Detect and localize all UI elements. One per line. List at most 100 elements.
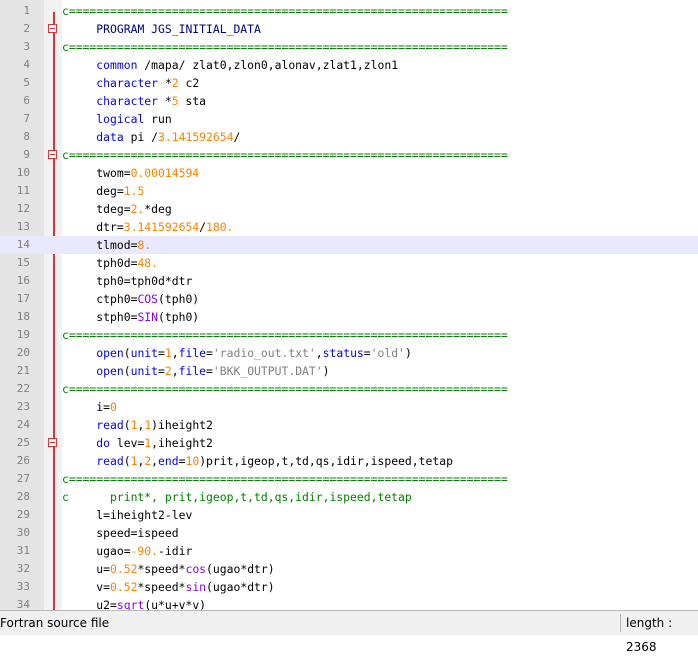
code-token: 0 <box>110 400 117 414</box>
line-number: 5 <box>23 76 30 89</box>
code-line[interactable]: 6 character *5 sta <box>0 92 698 110</box>
code-token: , <box>151 454 159 468</box>
code-token: * <box>158 76 172 90</box>
fold-toggle-icon[interactable] <box>48 438 57 447</box>
code-token: end <box>158 454 179 468</box>
code-text: PROGRAM JGS_INITIAL_DATA <box>62 20 261 38</box>
line-number: 27 <box>16 472 30 485</box>
code-line[interactable]: 29 l=iheight2-lev <box>0 506 698 524</box>
code-token: tph0=tph0d*dtr <box>62 274 193 288</box>
code-text: read(1,2,end=10)prit,igeop,t,td,qs,idir,… <box>62 452 453 470</box>
code-token: ugao= <box>62 544 131 558</box>
code-line[interactable]: 20 open(unit=1,file='radio_out.txt',stat… <box>0 344 698 362</box>
code-token: (tph0) <box>158 310 200 324</box>
code-line[interactable]: 17 ctph0=COS(tph0) <box>0 290 698 308</box>
code-token: data <box>96 130 124 144</box>
code-text: character *5 sta <box>62 92 206 110</box>
code-line[interactable]: 24 read(1,1)iheight2 <box>0 416 698 434</box>
code-text: u2=sqrt(u*u+v*v) <box>62 596 206 610</box>
code-editor[interactable]: 1 c======================================… <box>0 0 698 610</box>
code-line[interactable]: 10 twom=0.00014594 <box>0 164 698 182</box>
line-number: 26 <box>16 454 30 467</box>
code-token: 180. <box>206 220 234 234</box>
code-token: 1.5 <box>123 184 145 198</box>
code-text: c=======================================… <box>62 380 508 398</box>
code-token: v= <box>62 580 111 594</box>
code-token: character <box>96 76 159 90</box>
code-line[interactable]: 27 c=====================================… <box>0 470 698 488</box>
code-line[interactable]: 19 c=====================================… <box>0 326 698 344</box>
code-text: u=0.52*speed*cos(ugao*dtr) <box>62 560 274 578</box>
code-text: data pi /3.141592654/ <box>62 128 240 146</box>
code-line[interactable]: 34 u2=sqrt(u*u+v*v) <box>0 596 698 610</box>
code-line[interactable]: 26 read(1,2,end=10)prit,igeop,t,td,qs,id… <box>0 452 698 470</box>
code-text: ctph0=COS(tph0) <box>62 290 199 308</box>
code-token: /mapa/ zlat0,zlon0,alonav,zlat1,zlon1 <box>137 58 399 72</box>
code-line[interactable]: 14 tlmod=8. <box>0 236 698 254</box>
line-number: 23 <box>16 400 30 413</box>
code-line[interactable]: 1 c======================================… <box>0 2 698 20</box>
code-text: c=======================================… <box>62 326 508 344</box>
code-line[interactable]: 15 tph0d=48. <box>0 254 698 272</box>
code-text: tph0d=48. <box>62 254 158 272</box>
code-token: tlmod= <box>62 238 138 252</box>
code-token: ( <box>123 418 131 432</box>
code-text: dtr=3.141592654/180. <box>62 218 233 236</box>
code-token: 'BKK_OUTPUT.DAT' <box>212 364 323 378</box>
code-line[interactable]: 8 data pi /3.141592654/ <box>0 128 698 146</box>
code-line[interactable]: 2 PROGRAM JGS_INITIAL_DATA <box>0 20 698 38</box>
fold-toggle-icon[interactable] <box>48 24 57 33</box>
code-line[interactable]: 25 do lev=1,iheight2 <box>0 434 698 452</box>
line-number: 10 <box>16 166 30 179</box>
code-line[interactable]: 22 c=====================================… <box>0 380 698 398</box>
code-text: v=0.52*speed*sin(ugao*dtr) <box>62 578 274 596</box>
code-token: 'old' <box>370 346 405 360</box>
line-number: 17 <box>16 292 30 305</box>
line-number: 29 <box>16 508 30 521</box>
code-line[interactable]: 5 character *2 c2 <box>0 74 698 92</box>
code-token: (tph0) <box>158 292 200 306</box>
code-token: file <box>178 346 207 360</box>
code-token: do <box>96 436 111 450</box>
code-token: i= <box>62 400 111 414</box>
code-line[interactable]: 32 u=0.52*speed*cos(ugao*dtr) <box>0 560 698 578</box>
code-line[interactable]: 30 speed=ispeed <box>0 524 698 542</box>
code-token: logical <box>96 112 145 126</box>
code-line[interactable]: 4 common /mapa/ zlat0,zlon0,alonav,zlat1… <box>0 56 698 74</box>
code-token: *deg <box>144 202 172 216</box>
fold-toggle-icon[interactable] <box>48 150 57 159</box>
line-number: 3 <box>23 40 30 53</box>
code-line[interactable]: 13 dtr=3.141592654/180. <box>0 218 698 236</box>
code-line[interactable]: 33 v=0.52*speed*sin(ugao*dtr) <box>0 578 698 596</box>
code-text: tlmod=8. <box>62 236 151 254</box>
line-number: 19 <box>16 328 30 341</box>
line-number: 32 <box>16 562 30 575</box>
code-token: = <box>158 364 165 378</box>
code-token: twom= <box>62 166 131 180</box>
code-line[interactable]: 3 c======================================… <box>0 38 698 56</box>
code-line[interactable]: 31 ugao=-90.-idir <box>0 542 698 560</box>
code-line[interactable]: 16 tph0=tph0d*dtr <box>0 272 698 290</box>
code-token: l=iheight2-lev <box>62 508 193 522</box>
code-token: status <box>322 346 364 360</box>
code-line[interactable]: 9 c======================================… <box>0 146 698 164</box>
code-line[interactable]: 12 tdeg=2.*deg <box>0 200 698 218</box>
code-line[interactable]: 18 stph0=SIN(tph0) <box>0 308 698 326</box>
code-line[interactable]: 11 deg=1.5 <box>0 182 698 200</box>
code-token: 'radio_out.txt' <box>212 346 316 360</box>
code-text: common /mapa/ zlat0,zlon0,alonav,zlat1,z… <box>62 56 398 74</box>
line-number: 30 <box>16 526 30 539</box>
line-number: 28 <box>16 490 30 503</box>
code-token: c=======================================… <box>62 40 508 54</box>
line-number: 15 <box>16 256 30 269</box>
code-line[interactable]: 28 c print*, prit,igeop,t,td,qs,idir,ispe… <box>0 488 698 506</box>
code-token: SIN <box>137 310 159 324</box>
code-text: tdeg=2.*deg <box>62 200 172 218</box>
line-number: 31 <box>16 544 30 557</box>
code-line[interactable]: 21 open(unit=2,file='BKK_OUTPUT.DAT') <box>0 362 698 380</box>
code-line[interactable]: 23 i=0 <box>0 398 698 416</box>
code-line[interactable]: 7 logical run <box>0 110 698 128</box>
